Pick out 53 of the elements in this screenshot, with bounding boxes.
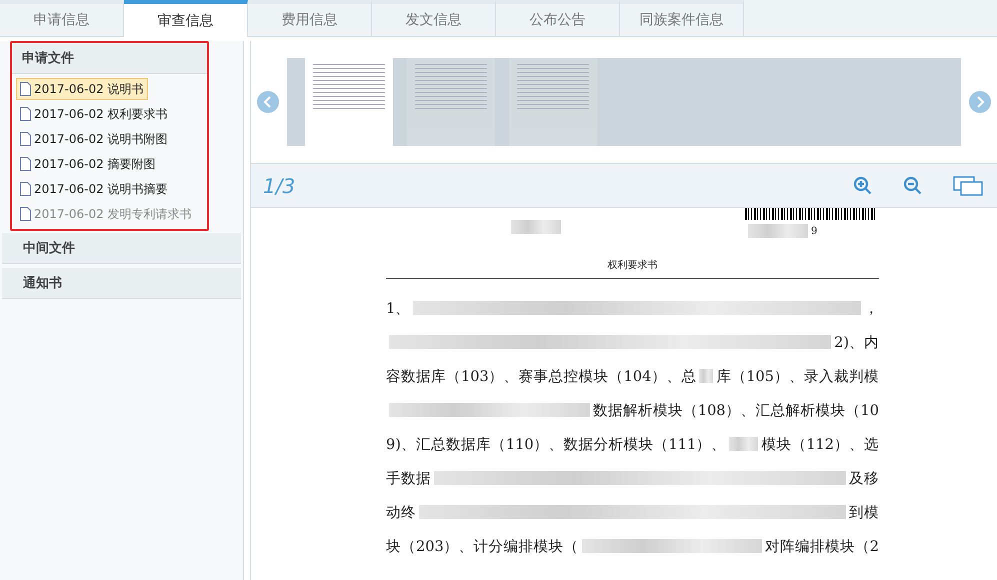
fit-window-button[interactable]	[953, 176, 983, 196]
section-header[interactable]: 申请文件	[12, 43, 207, 74]
redacted-text	[699, 369, 714, 383]
document-icon	[20, 157, 31, 171]
document-number: 9	[811, 226, 818, 236]
document-icon	[20, 207, 31, 221]
tab[interactable]: 审查信息	[124, 0, 248, 37]
zoom-out-button[interactable]	[903, 176, 923, 196]
chevron-left-icon	[263, 96, 273, 108]
file-item[interactable]: 2017-06-02 说明书附图	[16, 128, 172, 150]
chevron-right-icon	[975, 96, 985, 108]
document-text: 9)、汇总数据库（110）、数据分析模块（111）、	[386, 436, 726, 454]
document-text: 容数据库（103）、赛事总控模块（104）、总	[386, 368, 696, 386]
document-text: 块（203）、计分编排模块（	[386, 538, 579, 556]
redacted-text	[748, 224, 808, 238]
previous-button[interactable]	[257, 91, 279, 113]
document-icon	[20, 82, 31, 96]
file-item[interactable]: 2017-06-02 摘要附图	[16, 153, 160, 175]
document-text: 数据解析模块（108）、汇总解析模块（10	[592, 402, 879, 420]
section-header[interactable]: 中间文件	[2, 233, 241, 264]
document-text: 对阵编排模块（2	[764, 538, 879, 556]
redacted-text	[729, 437, 758, 451]
tab[interactable]: 发文信息	[372, 0, 496, 36]
document-text: 动终	[386, 504, 416, 522]
document-icon	[20, 132, 31, 146]
tab[interactable]: 公布公告	[496, 0, 620, 36]
zoom-in-button[interactable]	[853, 176, 873, 196]
redacted-text	[511, 220, 561, 234]
document-icon	[20, 182, 31, 196]
next-button[interactable]	[969, 91, 991, 113]
document-text: 及移	[849, 470, 879, 488]
page-counter: 1/3	[263, 174, 296, 198]
zoom-out-icon	[903, 176, 923, 196]
document-text: 库（105）、录入裁判模	[716, 368, 879, 386]
tab[interactable]: 费用信息	[248, 0, 372, 36]
file-item[interactable]: 2017-06-02 权利要求书	[16, 103, 172, 125]
document-text: 手数据	[386, 470, 431, 488]
document-title: 权利要求书	[386, 252, 879, 279]
file-item[interactable]: 2017-06-02 说明书摘要	[16, 178, 172, 200]
document-text: 模块（112）、选	[761, 436, 879, 454]
tab[interactable]: 同族案件信息	[620, 0, 744, 36]
file-item[interactable]: 2017-06-02 说明书	[16, 78, 148, 100]
document-icon	[20, 107, 31, 121]
tab[interactable]: 申请信息	[0, 0, 124, 36]
page-thumbnail[interactable]	[407, 58, 495, 146]
document-text: 到模	[849, 504, 879, 522]
page-thumbnail[interactable]	[509, 58, 597, 146]
zoom-in-icon	[853, 176, 873, 196]
document-text: 1、	[386, 300, 410, 318]
document-text: ，	[864, 300, 879, 318]
section-header[interactable]: 通知书	[2, 268, 241, 299]
document-text: 2)、内	[834, 334, 879, 352]
windows-icon	[953, 176, 983, 196]
